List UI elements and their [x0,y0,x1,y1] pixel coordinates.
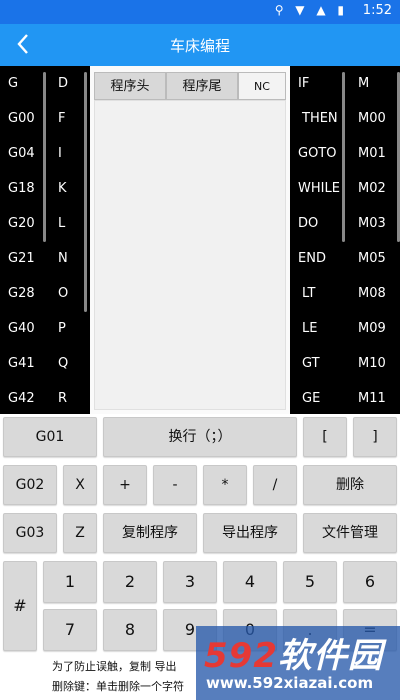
code-item[interactable]: G04 [0,136,48,171]
program-text-area[interactable] [94,100,286,410]
tab-program-footer[interactable]: 程序尾 [166,72,238,100]
watermark-url: www.592xiazai.com [206,674,374,692]
key-digit[interactable]: 6 [343,561,397,603]
app-header: 车床编程 [0,24,400,66]
left-code-panel: G G00 G04 G18 G20 G21 G28 G40 G41 G42 D … [0,66,90,414]
keypad: G01 换行（；） [ ] G02 X + - * / 删除 G03 Z 复制程… [0,414,400,654]
code-item[interactable]: M05 [348,241,400,276]
scrollbar[interactable] [43,72,46,242]
key-divide[interactable]: / [253,465,297,505]
left-code-column-letters: D F I K L N O P Q R [48,66,86,414]
code-item[interactable]: L [48,206,86,241]
key-x[interactable]: X [63,465,97,505]
code-item[interactable]: M03 [348,206,400,241]
watermark-number: 592 [204,636,278,676]
key-newline[interactable]: 换行（；） [103,417,297,457]
key-delete[interactable]: 删除 [303,465,397,505]
key-g03[interactable]: G03 [3,513,57,553]
right-code-column-m: M M00 M01 M02 M03 M05 M08 M09 M10 M11 [348,66,400,414]
key-digit[interactable]: 3 [163,561,217,603]
code-item[interactable]: M01 [348,136,400,171]
code-item[interactable]: M00 [348,101,400,136]
hint-line-2: 删除键：单击删除一个字符 [52,680,184,693]
code-item[interactable]: END [290,241,346,276]
code-item[interactable]: GOTO [290,136,346,171]
key-g01[interactable]: G01 [3,417,97,457]
key-digit[interactable]: 1 [43,561,97,603]
hint-line-1: 为了防止误触，复制 导出 [52,660,177,673]
status-bar: ⚲ ▼ ▲ ▮ 1:52 [0,0,400,24]
right-code-panel: IF THEN GOTO WHILE DO END LT LE GT GE M … [290,66,400,414]
scrollbar[interactable] [342,72,345,242]
code-item[interactable]: G42 [0,381,48,414]
code-item[interactable]: M02 [348,171,400,206]
code-item[interactable]: G40 [0,311,48,346]
code-item[interactable]: F [48,101,86,136]
key-g02[interactable]: G02 [3,465,57,505]
tab-nc[interactable]: NC [238,72,286,100]
key-open-bracket[interactable]: [ [303,417,347,457]
code-item[interactable]: N [48,241,86,276]
code-item[interactable]: GT [290,346,346,381]
scrollbar[interactable] [84,72,87,312]
code-item[interactable]: DO [290,206,346,241]
watermark-text: 软件园 [277,636,383,676]
code-item[interactable]: G21 [0,241,48,276]
code-item[interactable]: G28 [0,276,48,311]
code-item[interactable]: M09 [348,311,400,346]
code-item[interactable]: M11 [348,381,400,414]
code-item[interactable]: WHILE [290,171,346,206]
code-item[interactable]: O [48,276,86,311]
code-item[interactable]: G18 [0,171,48,206]
code-item[interactable]: LT [290,276,346,311]
status-icons: ⚲ ▼ ▲ ▮ [274,3,348,17]
key-copy-program[interactable]: 复制程序 [103,513,197,553]
code-item[interactable]: D [48,66,86,101]
code-item[interactable]: M [348,66,400,101]
watermark: 592软件园 www.592xiazai.com [196,626,400,700]
code-item[interactable]: M08 [348,276,400,311]
key-multiply[interactable]: * [203,465,247,505]
key-export-program[interactable]: 导出程序 [203,513,297,553]
status-time: 1:52 [362,3,392,18]
left-code-column-g: G G00 G04 G18 G20 G21 G28 G40 G41 G42 [0,66,48,414]
watermark-brand: 592软件园 [204,628,383,677]
key-digit[interactable]: 5 [283,561,337,603]
code-item[interactable]: IF [290,66,346,101]
code-item[interactable]: THEN [290,101,346,136]
key-z[interactable]: Z [63,513,97,553]
code-item[interactable]: M10 [348,346,400,381]
key-file-manager[interactable]: 文件管理 [303,513,397,553]
code-item[interactable]: LE [290,311,346,346]
key-hash[interactable]: # [3,561,37,651]
key-digit[interactable]: 2 [103,561,157,603]
editor-tabs: 程序头 程序尾 NC [94,72,286,100]
code-item[interactable]: G20 [0,206,48,241]
editor-area: 程序头 程序尾 NC [90,66,290,414]
page-title: 车床编程 [169,37,230,55]
key-digit[interactable]: 7 [43,609,97,651]
code-item[interactable]: Q [48,346,86,381]
key-plus[interactable]: + [103,465,147,505]
code-item[interactable]: I [48,136,86,171]
tab-program-header[interactable]: 程序头 [94,72,166,100]
key-minus[interactable]: - [153,465,197,505]
code-item[interactable]: G00 [0,101,48,136]
code-item[interactable]: GE [290,381,346,414]
code-item[interactable]: K [48,171,86,206]
code-item[interactable]: R [48,381,86,414]
key-close-bracket[interactable]: ] [353,417,397,457]
key-digit[interactable]: 4 [223,561,277,603]
code-item[interactable]: P [48,311,86,346]
code-item[interactable]: G41 [0,346,48,381]
code-item[interactable]: G [0,66,48,101]
key-digit[interactable]: 8 [103,609,157,651]
right-code-column-keywords: IF THEN GOTO WHILE DO END LT LE GT GE [290,66,346,414]
